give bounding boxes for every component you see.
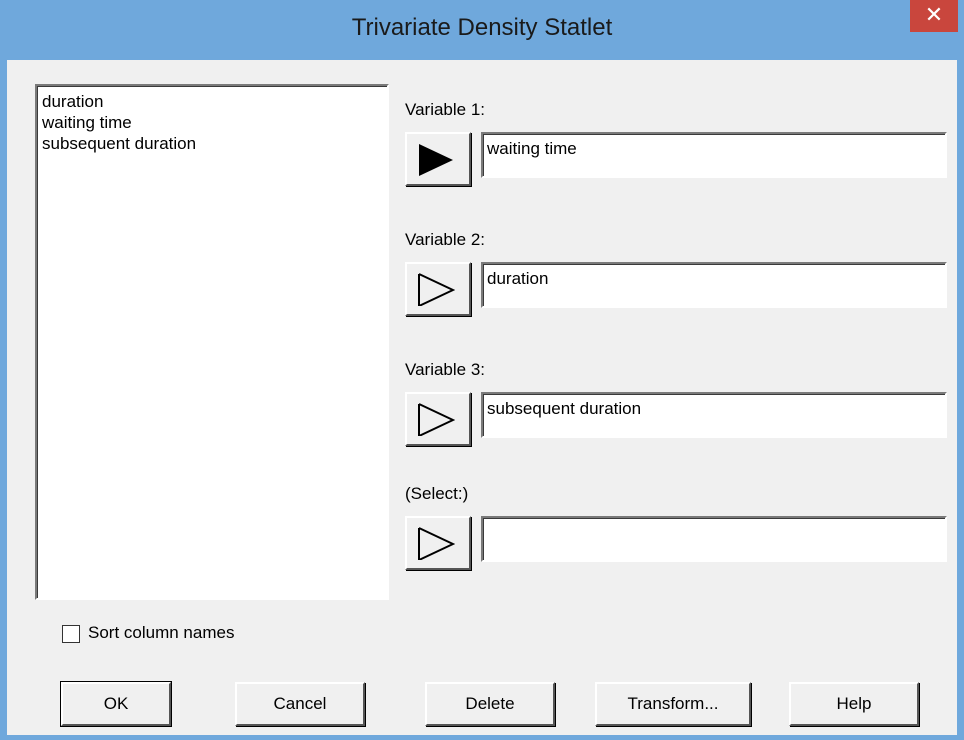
close-button[interactable]: ✕ (910, 0, 958, 32)
list-item[interactable]: duration (37, 91, 387, 112)
delete-button[interactable]: Delete (425, 682, 555, 726)
close-icon: ✕ (924, 2, 944, 27)
outline-arrow-icon (418, 273, 455, 306)
sort-column-names-checkbox[interactable] (62, 625, 80, 643)
list-item[interactable]: subsequent duration (37, 133, 387, 154)
variable-1-select-button[interactable] (405, 132, 471, 186)
variable-3-label: Variable 3: (405, 360, 486, 379)
select-variable-button[interactable] (405, 516, 471, 570)
title-bar[interactable]: Trivariate Density Statlet ✕ (0, 0, 964, 60)
variable-3-field[interactable]: subsequent duration (481, 392, 947, 438)
help-button[interactable]: Help (789, 682, 919, 726)
variable-2-label: Variable 2: (405, 230, 486, 249)
outline-arrow-icon (418, 527, 455, 560)
list-item[interactable]: waiting time (37, 112, 387, 133)
variable-2-select-button[interactable] (405, 262, 471, 316)
transform-button[interactable]: Transform... (595, 682, 751, 726)
variable-1-label: Variable 1: (405, 100, 486, 119)
select-label: (Select:) (405, 484, 469, 503)
dialog-window: Trivariate Density Statlet ✕ duration wa… (0, 0, 964, 740)
cancel-button[interactable]: Cancel (235, 682, 365, 726)
window-title: Trivariate Density Statlet (351, 14, 613, 41)
column-list[interactable]: duration waiting time subsequent duratio… (35, 84, 389, 600)
outline-arrow-icon (418, 403, 455, 436)
sort-column-names-label: Sort column names (88, 623, 235, 642)
ok-button[interactable]: OK (60, 681, 172, 727)
play-arrow-icon (419, 144, 453, 176)
dialog-body: duration waiting time subsequent duratio… (7, 60, 957, 735)
select-field[interactable] (481, 516, 947, 562)
variable-2-field[interactable]: duration (481, 262, 947, 308)
variable-3-select-button[interactable] (405, 392, 471, 446)
variable-1-field[interactable]: waiting time (481, 132, 947, 178)
